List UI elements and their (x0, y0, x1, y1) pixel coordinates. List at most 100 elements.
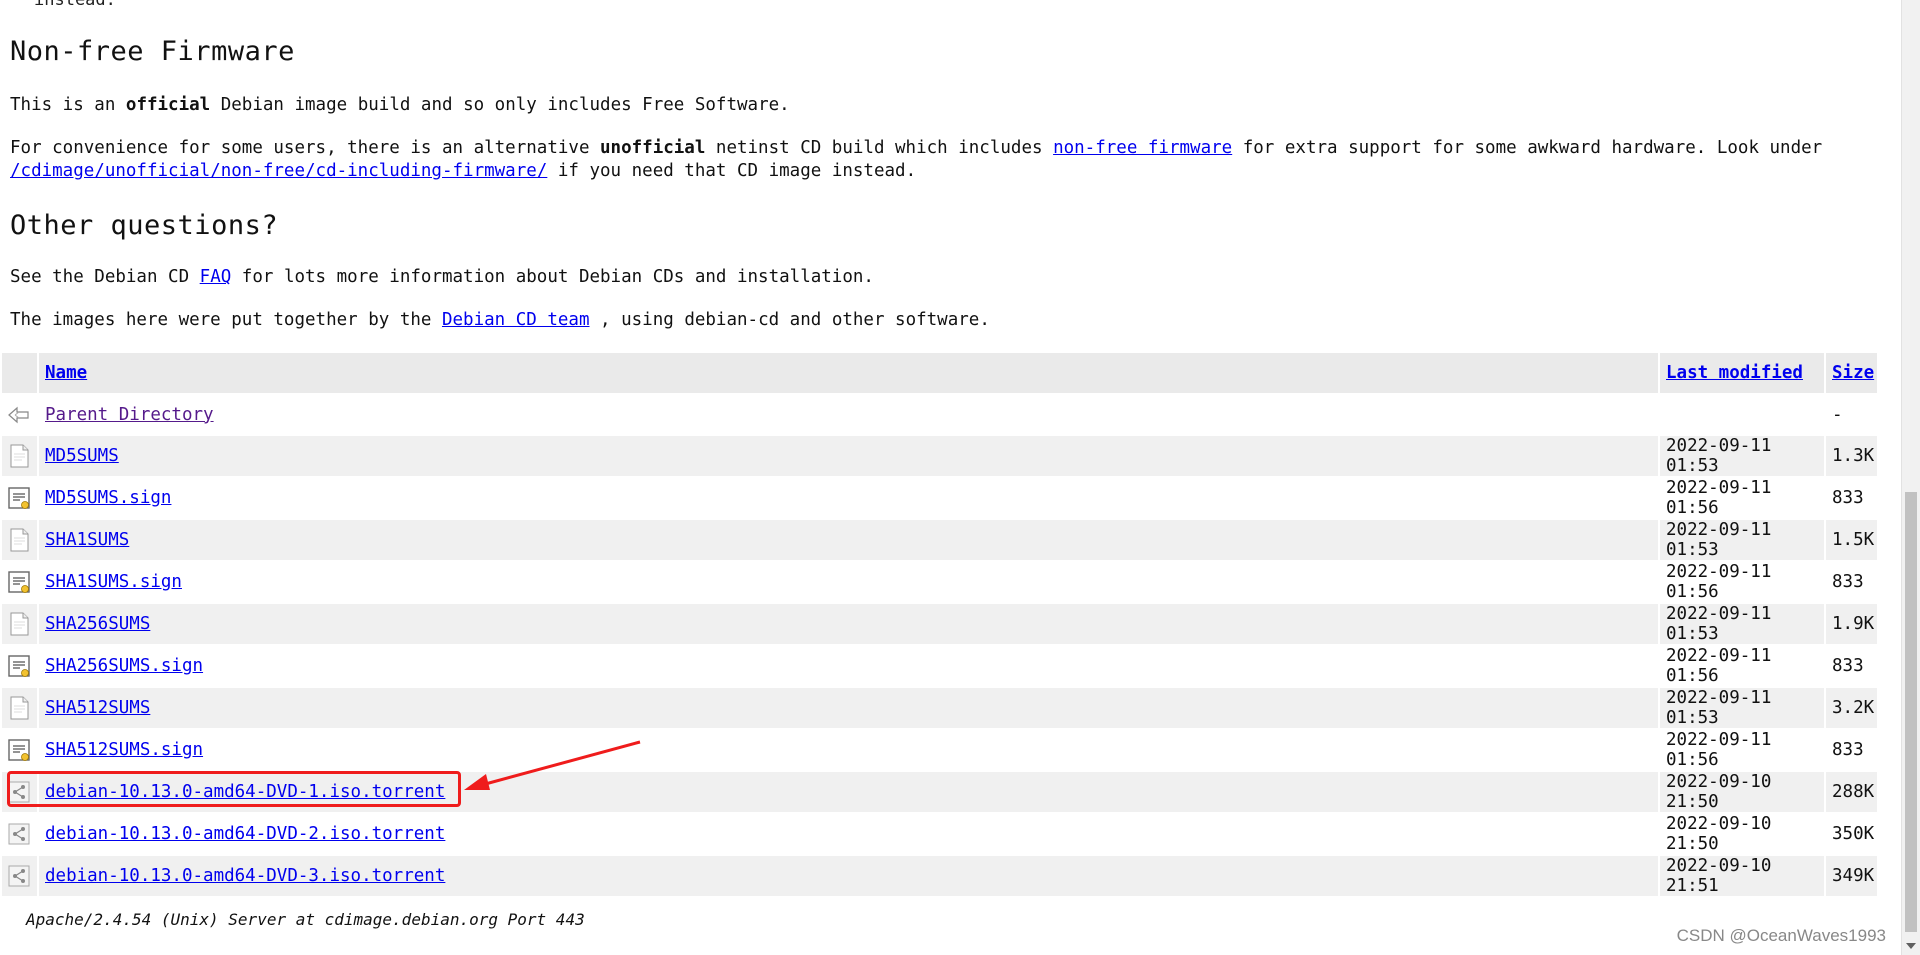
size-cell: 1.3K (1824, 435, 1877, 477)
watermark: CSDN @OceanWaves1993 (1676, 926, 1886, 945)
text: The images here were put together by the (10, 310, 442, 330)
icon-cell (2, 435, 38, 477)
file-link[interactable]: SHA512SUMS (45, 698, 150, 718)
sort-by-modified-link[interactable]: Last modified (1666, 363, 1803, 383)
text: for lots more information about Debian C… (231, 267, 874, 287)
text-file-icon (6, 528, 32, 552)
table-row: SHA1SUMS 2022-09-11 01:53 1.5K (2, 519, 1877, 561)
parent-directory-link[interactable]: Parent Directory (45, 405, 214, 425)
text: netinst CD build which includes (705, 138, 1054, 158)
icon-cell (2, 477, 38, 519)
text: For convenience for some users, there is… (10, 138, 601, 158)
icon-cell (2, 645, 38, 687)
file-link[interactable]: MD5SUMS (45, 446, 119, 466)
column-size-header: Size (1824, 353, 1877, 394)
back-arrow-icon (8, 406, 29, 423)
modified-cell: 2022-09-10 21:51 (1658, 855, 1825, 897)
file-link[interactable]: SHA1SUMS.sign (45, 572, 182, 592)
text: if you need that CD image instead. (547, 161, 917, 181)
scrollbar-thumb[interactable] (1905, 492, 1917, 932)
modified-cell: 2022-09-10 21:50 (1658, 771, 1825, 813)
text: for extra support for some awkward hardw… (1232, 138, 1823, 158)
file-link[interactable]: MD5SUMS.sign (45, 488, 171, 508)
name-cell: SHA256SUMS (37, 603, 1659, 645)
vertical-scrollbar[interactable] (1901, 0, 1920, 955)
sort-by-name-link[interactable]: Name (45, 363, 87, 383)
modified-cell: 2022-09-11 01:53 (1658, 519, 1825, 561)
modified-cell: 2022-09-11 01:56 (1658, 561, 1825, 603)
link-non-free-firmware[interactable]: non-free firmware (1053, 138, 1232, 158)
link-faq[interactable]: FAQ (200, 267, 232, 287)
text-file-icon (6, 696, 32, 720)
annotation-highlight-box (7, 771, 461, 807)
size-cell: 350K (1824, 813, 1877, 855)
icon-cell (2, 687, 38, 729)
link-debian-cd-team[interactable]: Debian CD team (442, 310, 590, 330)
size-cell: 3.2K (1824, 687, 1877, 729)
file-link[interactable]: SHA512SUMS.sign (45, 740, 203, 760)
paragraph-faq: See the Debian CD FAQ for lots more info… (10, 266, 874, 289)
size-cell: 349K (1824, 855, 1877, 897)
signature-file-icon (6, 655, 32, 677)
cut-off-text: instead. (34, 0, 116, 10)
name-cell: SHA512SUMS.sign (37, 729, 1659, 771)
table-row-parent: Parent Directory - (2, 394, 1877, 435)
server-signature: Apache/2.4.54 (Unix) Server at cdimage.d… (26, 910, 585, 929)
directory-listing-table: Name Last modified Size Parent Directory… (2, 353, 1877, 898)
table-row: MD5SUMS 2022-09-11 01:53 1.3K (2, 435, 1877, 477)
file-link[interactable]: SHA256SUMS.sign (45, 656, 203, 676)
table-row: SHA512SUMS 2022-09-11 01:53 3.2K (2, 687, 1877, 729)
icon-cell (2, 855, 38, 897)
name-cell: MD5SUMS.sign (37, 477, 1659, 519)
size-cell: 288K (1824, 771, 1877, 813)
modified-cell: 2022-09-11 01:53 (1658, 603, 1825, 645)
file-link[interactable]: debian-10.13.0-amd64-DVD-2.iso.torrent (45, 824, 445, 844)
icon-cell (2, 519, 38, 561)
sort-by-size-link[interactable]: Size (1832, 363, 1874, 383)
modified-cell: 2022-09-10 21:50 (1658, 813, 1825, 855)
size-cell: 833 (1824, 561, 1877, 603)
modified-cell: 2022-09-11 01:53 (1658, 687, 1825, 729)
bold-official: official (125, 95, 211, 115)
icon-cell (2, 813, 38, 855)
modified-cell (1658, 394, 1825, 435)
header-icon-cell (2, 353, 38, 394)
link-cd-including-firmware[interactable]: /cdimage/unofficial/non-free/cd-includin… (10, 161, 547, 181)
scroll-down-arrow-icon[interactable] (1906, 943, 1916, 949)
table-row: SHA256SUMS 2022-09-11 01:53 1.9K (2, 603, 1877, 645)
heading-other-questions: Other questions? (10, 210, 279, 241)
icon-cell (2, 394, 38, 435)
file-link[interactable]: debian-10.13.0-amd64-DVD-3.iso.torrent (45, 866, 445, 886)
icon-cell (2, 729, 38, 771)
name-cell: Parent Directory (37, 394, 1659, 435)
bold-unofficial: unofficial (600, 138, 706, 158)
signature-file-icon (6, 739, 32, 761)
size-cell: 833 (1824, 729, 1877, 771)
text-file-icon (6, 612, 32, 636)
file-link[interactable]: SHA1SUMS (45, 530, 129, 550)
size-cell: 1.9K (1824, 603, 1877, 645)
name-cell: debian-10.13.0-amd64-DVD-2.iso.torrent (37, 813, 1659, 855)
size-cell: 833 (1824, 645, 1877, 687)
modified-cell: 2022-09-11 01:56 (1658, 729, 1825, 771)
name-cell: SHA1SUMS.sign (37, 561, 1659, 603)
torrent-file-icon (6, 823, 32, 845)
name-cell: MD5SUMS (37, 435, 1659, 477)
file-link[interactable]: SHA256SUMS (45, 614, 150, 634)
paragraph-unofficial-build-cont: /cdimage/unofficial/non-free/cd-includin… (10, 160, 916, 183)
modified-cell: 2022-09-11 01:56 (1658, 645, 1825, 687)
name-cell: SHA256SUMS.sign (37, 645, 1659, 687)
icon-cell (2, 603, 38, 645)
size-cell: 1.5K (1824, 519, 1877, 561)
signature-file-icon (6, 571, 32, 593)
text: , using debian-cd and other software. (589, 310, 990, 330)
name-cell: SHA512SUMS (37, 687, 1659, 729)
annotation-arrow-icon (464, 740, 641, 790)
table-row: debian-10.13.0-amd64-DVD-3.iso.torrent 20… (2, 855, 1877, 897)
size-cell: - (1824, 394, 1877, 435)
column-modified-header: Last modified (1658, 353, 1825, 394)
heading-non-free-firmware: Non-free Firmware (10, 36, 295, 67)
paragraph-official-build: This is an official Debian image build a… (10, 94, 790, 117)
table-row: debian-10.13.0-amd64-DVD-2.iso.torrent 20… (2, 813, 1877, 855)
table-row: MD5SUMS.sign 2022-09-11 01:56 833 (2, 477, 1877, 519)
